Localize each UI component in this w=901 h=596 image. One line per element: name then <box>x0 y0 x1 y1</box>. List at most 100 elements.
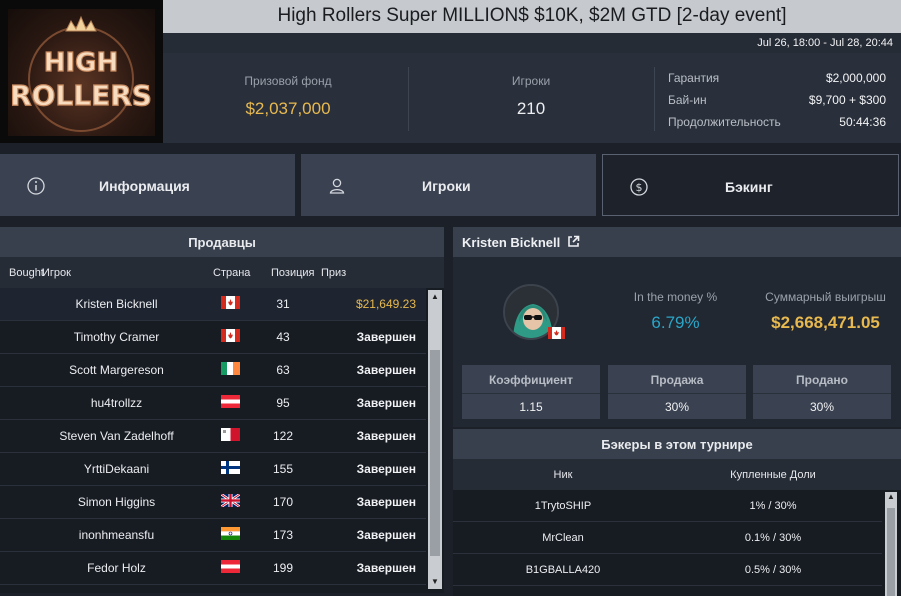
col-position[interactable]: Позиция <box>271 267 315 279</box>
table-row[interactable]: Simon Higgins 170 Завершен <box>0 486 426 519</box>
box-divider <box>608 393 746 394</box>
dollar-circle-icon: $ <box>630 178 648 196</box>
table-row[interactable]: inonhmeansfu 173 Завершен <box>0 519 426 552</box>
sale-value: 30% <box>664 400 690 414</box>
svg-text:HIGH: HIGH <box>44 48 119 78</box>
buyin-value: $9,700 + $300 <box>808 93 886 107</box>
sale-label: Продажа <box>650 373 704 387</box>
seller-prize: Завершен <box>356 396 416 410</box>
finland-flag-icon <box>221 461 240 474</box>
svg-text:ROLLERS: ROLLERS <box>10 79 152 112</box>
backers-column-headers: Ник Купленные Доли <box>453 459 901 490</box>
seller-position: 155 <box>272 462 294 476</box>
tab-info-label: Информация <box>99 178 190 194</box>
scroll-up-icon[interactable]: ▲ <box>884 492 898 501</box>
prize-pool-label: Призовой фонд <box>244 74 332 88</box>
seller-position: 122 <box>272 429 294 443</box>
guarantee-label: Гарантия <box>668 71 720 85</box>
malta-flag-icon <box>221 428 240 441</box>
uk-flag-icon <box>221 494 240 507</box>
col-shares[interactable]: Купленные Доли <box>693 469 853 481</box>
col-bought[interactable]: Bought <box>9 267 44 279</box>
duration-label: Продолжительность <box>668 115 781 129</box>
austria-flag-icon <box>221 560 240 573</box>
seller-name: YrttiDekaani <box>83 462 150 476</box>
sold-value: 30% <box>809 400 835 414</box>
stats-divider <box>408 67 409 131</box>
canada-flag-icon <box>548 327 565 339</box>
duration-value: 50:44:36 <box>839 115 886 129</box>
canada-flag-icon <box>221 296 240 309</box>
seller-position: 199 <box>272 561 294 575</box>
player-panel: In the money % 6.79% Суммарный выигрыш $… <box>453 257 901 427</box>
backers-header: Бэкеры в этом турнире <box>453 429 901 459</box>
canada-flag-icon <box>221 329 240 342</box>
table-row[interactable]: 1TrytoSHIP 1% / 30% <box>453 490 882 522</box>
external-link-icon[interactable] <box>567 235 580 248</box>
seller-position: 63 <box>276 363 290 377</box>
box-divider <box>753 393 891 394</box>
sellers-scroll-thumb[interactable] <box>430 350 440 556</box>
ireland-flag-icon <box>221 362 240 375</box>
backer-shares: 0.5% / 30% <box>744 564 802 576</box>
scroll-down-icon[interactable]: ▼ <box>428 577 442 586</box>
backer-nick: B1GBALLA420 <box>525 564 601 576</box>
col-nick[interactable]: Ник <box>483 469 643 481</box>
seller-name: Timothy Cramer <box>73 330 160 344</box>
date-bar: Jul 26, 18:00 - Jul 28, 20:44 <box>163 33 901 53</box>
winnings-label: Суммарный выигрыш <box>765 290 886 304</box>
high-rollers-logo-icon: HIGH ROLLERS <box>9 15 153 132</box>
col-country[interactable]: Страна <box>213 267 250 279</box>
info-circle-icon <box>27 177 45 195</box>
box-divider <box>462 393 600 394</box>
sold-box: Продано 30% <box>753 365 891 419</box>
backer-shares: 0.1% / 30% <box>744 532 802 544</box>
player-name[interactable]: Kristen Bicknell <box>462 235 560 250</box>
seller-prize: Завершен <box>356 495 416 509</box>
backer-nick: MrClean <box>542 532 584 544</box>
seller-prize: Завершен <box>356 429 416 443</box>
scroll-up-icon[interactable]: ▲ <box>428 292 442 301</box>
table-row[interactable]: MrClean 0.1% / 30% <box>453 522 882 554</box>
col-prize[interactable]: Приз <box>321 267 346 279</box>
table-row[interactable]: B1GBALLA420 0.5% / 30% <box>453 554 882 586</box>
ratio-label: Коэффициент <box>488 373 574 387</box>
sale-box: Продажа 30% <box>608 365 746 419</box>
table-row[interactable]: Kristen Bicknell 31 $21,649.23 <box>0 288 426 321</box>
table-row[interactable]: Scott Margereson 63 Завершен <box>0 354 426 387</box>
player-name-link[interactable]: Kristen Bicknell <box>462 235 580 250</box>
tab-info[interactable]: Информация <box>0 154 295 216</box>
india-flag-icon <box>221 527 240 540</box>
table-row[interactable]: Steven Van Zadelhoff 122 Завершен <box>0 420 426 453</box>
tournament-title: High Rollers Super MILLION$ $10K, $2M GT… <box>277 5 787 26</box>
tab-backing-label: Бэкинг <box>725 179 773 195</box>
winnings-value: $2,668,471.05 <box>771 313 880 332</box>
seller-name: Fedor Holz <box>87 561 146 575</box>
sellers-table: Kristen Bicknell 31 $21,649.23 Timothy Cram… <box>0 288 444 593</box>
table-row[interactable]: Timothy Cramer 43 Завершен <box>0 321 426 354</box>
seller-prize: $21,649.23 <box>355 297 416 311</box>
seller-name: Simon Higgins <box>77 495 156 509</box>
itm-label: In the money % <box>633 290 718 304</box>
seller-name: inonhmeansfu <box>78 528 155 542</box>
tab-backing[interactable]: $ Бэкинг <box>602 154 899 216</box>
seller-name: Scott Margereson <box>69 363 164 377</box>
itm-value: 6.79% <box>651 313 700 332</box>
backer-nick: 1TrytoSHIP <box>534 500 592 512</box>
prize-pool-value: $2,037,000 <box>245 99 331 118</box>
tab-players[interactable]: Игроки <box>301 154 596 216</box>
svg-text:$: $ <box>636 181 643 194</box>
players-value: 210 <box>516 99 546 118</box>
seller-name: Kristen Bicknell <box>75 297 158 311</box>
tab-players-label: Игроки <box>422 178 471 194</box>
seller-name: hu4trollzz <box>90 396 143 410</box>
backers-scroll-thumb[interactable] <box>887 508 895 596</box>
table-row[interactable]: Fedor Holz 199 Завершен <box>0 552 426 585</box>
table-row[interactable]: hu4trollzz 95 Завершен <box>0 387 426 420</box>
player-header: Kristen Bicknell <box>453 227 901 257</box>
col-player[interactable]: Игрок <box>42 267 71 279</box>
seller-prize: Завершен <box>356 330 416 344</box>
table-row[interactable]: YrttiDekaani 155 Завершен <box>0 453 426 486</box>
stats-divider <box>654 67 655 131</box>
seller-prize: Завершен <box>356 528 416 542</box>
